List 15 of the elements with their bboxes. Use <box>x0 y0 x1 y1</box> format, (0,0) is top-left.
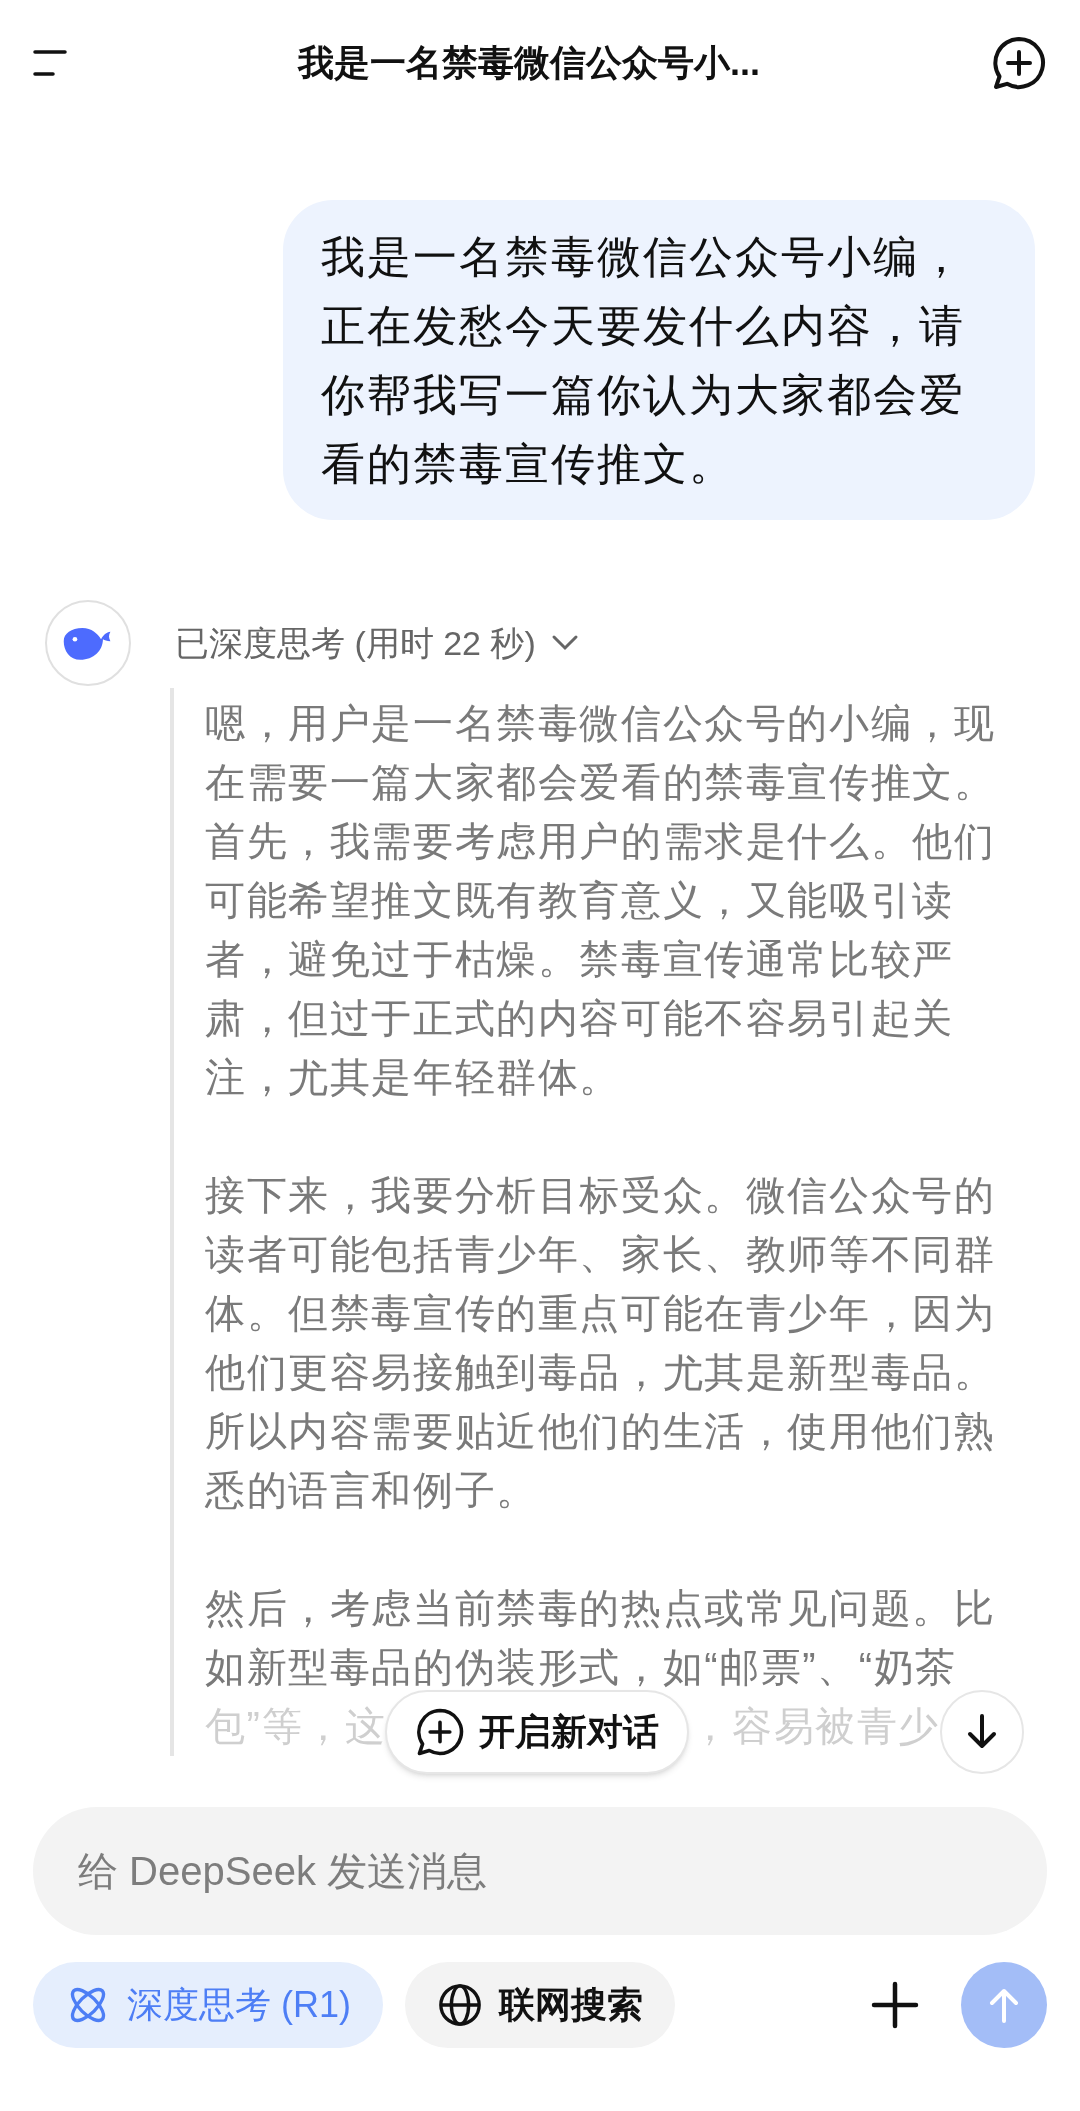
thinking-toggle[interactable]: 已深度思考 (用时 22 秒) <box>175 617 580 669</box>
thinking-paragraph: 嗯，用户是一名禁毒微信公众号的小编，现在需要一篇大家都会爱看的禁毒宣传推文。首先，我需要考虑用户的需求是什么。他们可能希望推文既有教育意义，又能吸引读者，避免过于枯燥。禁毒宣传通常比较严肃，但过于正式的内容可能不容易引起关注，尤其是年轻群体。 <box>205 700 997 1101</box>
globe-icon <box>437 1982 483 2028</box>
thinking-line: 然后，考虑当前禁毒的热点或常见问题。比 <box>205 1585 997 1632</box>
thinking-paragraph: 接下来，我要分析目标受众。微信公众号的读者可能包括青少年、家长、教师等不同群体。但禁毒宣传的重点可能在青少年，因为他们更容易接触到毒品，尤其是新型毒品。所以内容需要贴近他们的生活，使用他们熟悉的语言和例子。 <box>205 1172 997 1514</box>
web-search-toggle[interactable]: 联网搜索 <box>405 1962 675 2048</box>
new-chat-icon <box>415 1707 465 1757</box>
new-chat-icon[interactable] <box>991 34 1047 91</box>
message-input[interactable]: 给 DeepSeek 发送消息 <box>33 1807 1047 1935</box>
thinking-line: 如新型毒品的伪装形式，如“邮票”、“奶茶 <box>205 1644 958 1691</box>
menu-icon[interactable] <box>33 47 67 78</box>
new-chat-button[interactable]: 开启新对话 <box>385 1690 689 1774</box>
plus-icon <box>870 1980 920 2030</box>
chat-title: 我是一名禁毒微信公众号小... <box>298 40 760 85</box>
user-message-bubble: 我是一名禁毒微信公众号小编，正在发愁今天要发什么内容，请你帮我写一篇你认为大家都会爱看的禁毒宣传推文。 <box>283 200 1035 520</box>
